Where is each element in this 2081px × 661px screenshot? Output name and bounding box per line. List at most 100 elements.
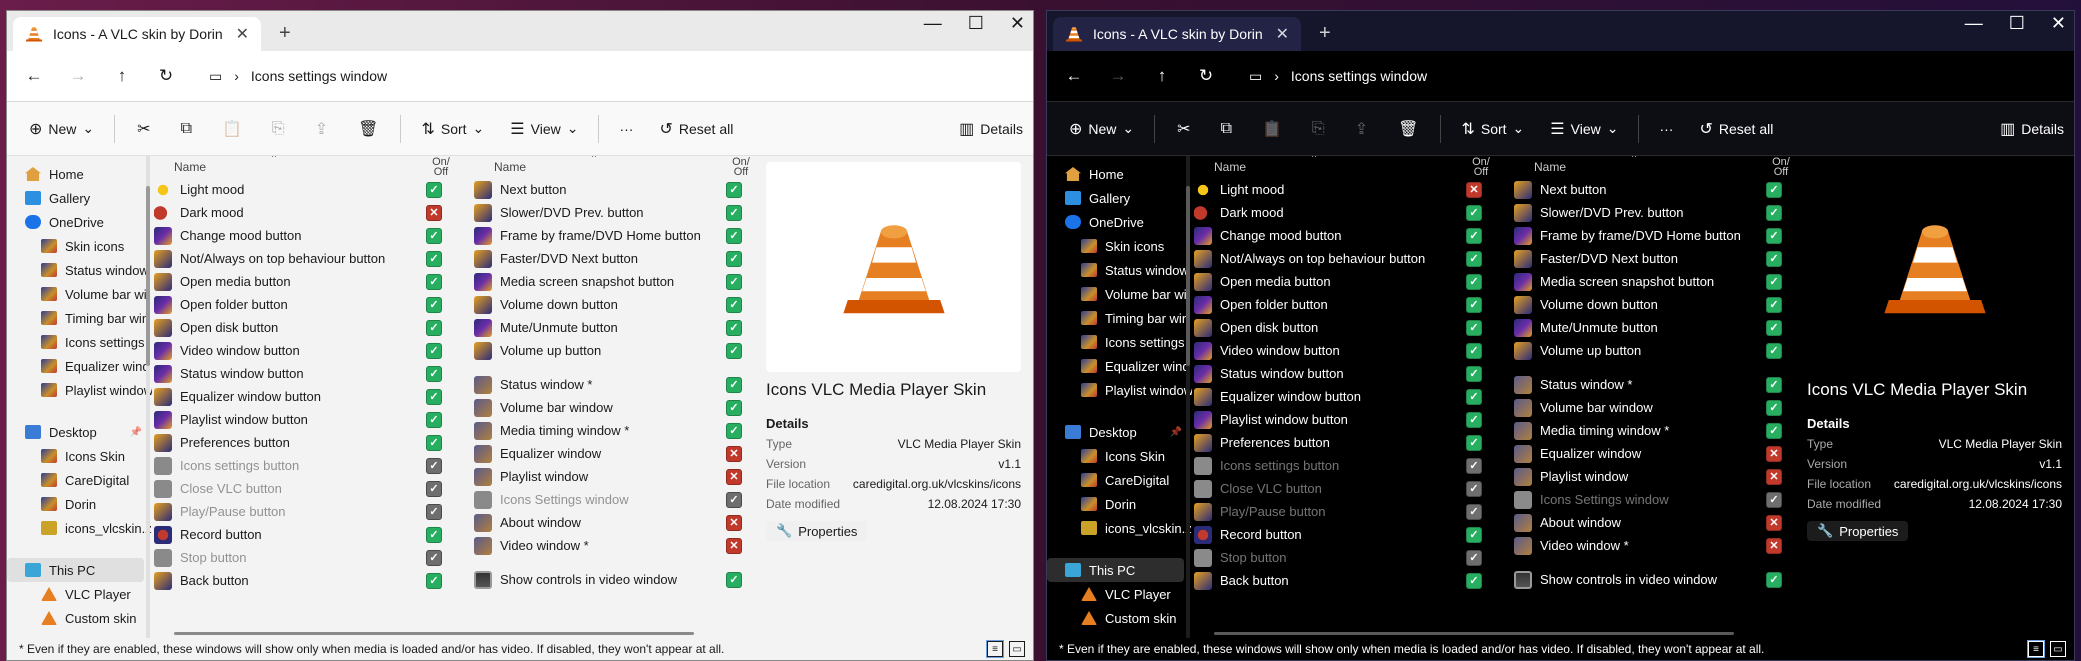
onoff-checkbox[interactable]: ✓ [726, 250, 742, 267]
list-item[interactable]: Media screen snapshot button ✓ [472, 270, 752, 293]
sidebar-item-dorin[interactable]: Dorin [7, 492, 152, 516]
copy-button[interactable]: ⧉ [169, 116, 204, 142]
list-item[interactable]: Icons Settings window ✓ [1512, 488, 1792, 511]
sidebar-item-status-window[interactable]: Status window [1047, 258, 1192, 282]
list-item[interactable]: Icons settings button ✓ [1192, 454, 1492, 477]
list-item[interactable]: Light mood ✓ [152, 178, 452, 201]
list-item[interactable]: Playlist window ✕ [1512, 465, 1792, 488]
list-item[interactable]: Mute/Unmute button ✓ [1512, 316, 1792, 339]
onoff-checkbox[interactable]: ✓ [1766, 399, 1782, 416]
list-item[interactable]: Open folder button ✓ [1192, 293, 1492, 316]
onoff-checkbox[interactable]: ✓ [1766, 181, 1782, 198]
column-header[interactable]: Name ^ On/Off [472, 156, 752, 178]
list-item[interactable]: Equalizer window ✕ [1512, 442, 1792, 465]
sidebar-item-icons-settings[interactable]: Icons settings [1047, 330, 1192, 354]
scrollbar-thumb[interactable] [146, 186, 150, 366]
list-item[interactable]: Status window * ✓ [472, 373, 752, 396]
sidebar-item-caredigital[interactable]: CareDigital [1047, 468, 1192, 492]
forward-button[interactable]: → [67, 66, 89, 86]
list-item[interactable]: Media timing window * ✓ [472, 419, 752, 442]
view-button[interactable]: ☰ View ⌄ [500, 115, 588, 143]
onoff-checkbox[interactable]: ✓ [426, 181, 442, 198]
list-item[interactable]: Faster/DVD Next button ✓ [472, 247, 752, 270]
list-item[interactable]: Volume down button ✓ [472, 293, 752, 316]
properties-button[interactable]: 🔧 Properties [766, 521, 868, 541]
sort-button[interactable]: ⇅ Sort ⌄ [1451, 115, 1534, 143]
onoff-checkbox[interactable]: ✕ [726, 445, 742, 462]
new-button[interactable]: ⊕ New ⌄ [19, 115, 104, 143]
onoff-checkbox[interactable]: ✓ [1466, 250, 1482, 267]
up-button[interactable]: ↑ [1151, 66, 1173, 86]
sidebar-item-skin-icons[interactable]: Skin icons [1047, 234, 1192, 258]
sidebar-scrollbar[interactable] [146, 156, 150, 638]
sidebar-item-volume-bar-wi[interactable]: Volume bar wi [1047, 282, 1192, 306]
onoff-checkbox[interactable]: ✓ [426, 572, 442, 589]
horizontal-scrollbar[interactable] [174, 632, 694, 635]
pin-icon[interactable]: 📌 [130, 427, 142, 438]
onoff-checkbox[interactable]: ✓ [1466, 388, 1482, 405]
onoff-checkbox[interactable]: ✓ [426, 296, 442, 313]
onoff-checkbox[interactable]: ✓ [1466, 572, 1482, 589]
close-button[interactable]: ✕ [2051, 13, 2066, 34]
onoff-checkbox[interactable]: ✓ [1466, 296, 1482, 313]
onoff-checkbox[interactable]: ✕ [726, 468, 742, 485]
list-item[interactable]: Equalizer window button ✓ [1192, 385, 1492, 408]
onoff-checkbox[interactable]: ✓ [426, 365, 442, 382]
list-item[interactable]: Not/Always on top behaviour button ✓ [152, 247, 452, 270]
sidebar-item-onedrive[interactable]: OneDrive [1047, 210, 1192, 234]
list-item[interactable]: Mute/Unmute button ✓ [472, 316, 752, 339]
scrollbar-thumb[interactable] [1186, 186, 1190, 366]
sidebar-item-home[interactable]: Home [7, 162, 152, 186]
list-item[interactable]: Open disk button ✓ [152, 316, 452, 339]
list-item[interactable]: Status window button ✓ [152, 362, 452, 385]
sidebar-item-gallery[interactable]: Gallery [1047, 186, 1192, 210]
pin-icon[interactable]: 📌 [1170, 427, 1182, 438]
onoff-checkbox[interactable]: ✓ [1766, 342, 1782, 359]
refresh-button[interactable]: ↻ [155, 66, 177, 86]
name-header[interactable]: Name [1192, 160, 1470, 174]
list-item[interactable]: Back button ✓ [152, 569, 452, 592]
sidebar-item-onedrive[interactable]: OneDrive [7, 210, 152, 234]
list-item[interactable]: Record button ✓ [1192, 523, 1492, 546]
rename-button[interactable]: ⎘ [1300, 116, 1337, 142]
sidebar-item-playlist-window[interactable]: Playlist window [7, 378, 152, 402]
onoff-checkbox[interactable]: ✓ [726, 204, 742, 221]
list-item[interactable]: Video window button ✓ [152, 339, 452, 362]
list-item[interactable]: Next button ✓ [472, 178, 752, 201]
onoff-checkbox[interactable]: ✓ [1466, 457, 1482, 474]
tiles-view-icon[interactable]: ▭ [1009, 641, 1025, 657]
address-bar[interactable]: ▭ › Icons settings window [1239, 59, 2068, 93]
list-item[interactable]: Volume bar window ✓ [1512, 396, 1792, 419]
sidebar-item-skin-icons[interactable]: Skin icons [7, 234, 152, 258]
close-button[interactable]: ✕ [1010, 13, 1025, 34]
new-button[interactable]: ⊕ New ⌄ [1059, 115, 1144, 143]
onoff-checkbox[interactable]: ✓ [1466, 434, 1482, 451]
list-item[interactable]: Open media button ✓ [152, 270, 452, 293]
name-header[interactable]: Name [1512, 160, 1770, 174]
breadcrumb[interactable]: Icons settings window [251, 68, 387, 84]
onoff-checkbox[interactable]: ✓ [726, 422, 742, 439]
onoff-checkbox[interactable]: ✓ [426, 250, 442, 267]
onoff-checkbox[interactable]: ✓ [1466, 204, 1482, 221]
onoff-checkbox[interactable]: ✓ [426, 227, 442, 244]
paste-button[interactable]: 📋 [210, 115, 254, 143]
sidebar-item-playlist-window[interactable]: Playlist window [1047, 378, 1192, 402]
onoff-checkbox[interactable]: ✓ [726, 296, 742, 313]
details-view-icon[interactable]: ≡ [2027, 640, 2045, 658]
onoff-checkbox[interactable]: ✓ [426, 549, 442, 566]
list-item[interactable]: Close VLC button ✓ [152, 477, 452, 500]
onoff-checkbox[interactable]: ✕ [1766, 514, 1782, 531]
onoff-checkbox[interactable]: ✓ [1766, 491, 1782, 508]
list-item[interactable]: Open media button ✓ [1192, 270, 1492, 293]
onoff-checkbox[interactable]: ✓ [726, 399, 742, 416]
refresh-button[interactable]: ↻ [1195, 66, 1217, 86]
list-item[interactable]: Video window * ✕ [1512, 534, 1792, 557]
sidebar-item-timing-bar-win[interactable]: Timing bar win [1047, 306, 1192, 330]
list-item[interactable]: Light mood ✕ [1192, 178, 1492, 201]
sidebar-item-icons-vlcskin-zip[interactable]: icons_vlcskin.zip [1047, 516, 1192, 540]
onoff-checkbox[interactable]: ✓ [726, 273, 742, 290]
tiles-view-icon[interactable]: ▭ [2050, 641, 2066, 657]
cut-button[interactable]: ✂ [125, 115, 162, 143]
onoff-checkbox[interactable]: ✓ [726, 376, 742, 393]
close-tab-icon[interactable]: ✕ [236, 24, 249, 44]
